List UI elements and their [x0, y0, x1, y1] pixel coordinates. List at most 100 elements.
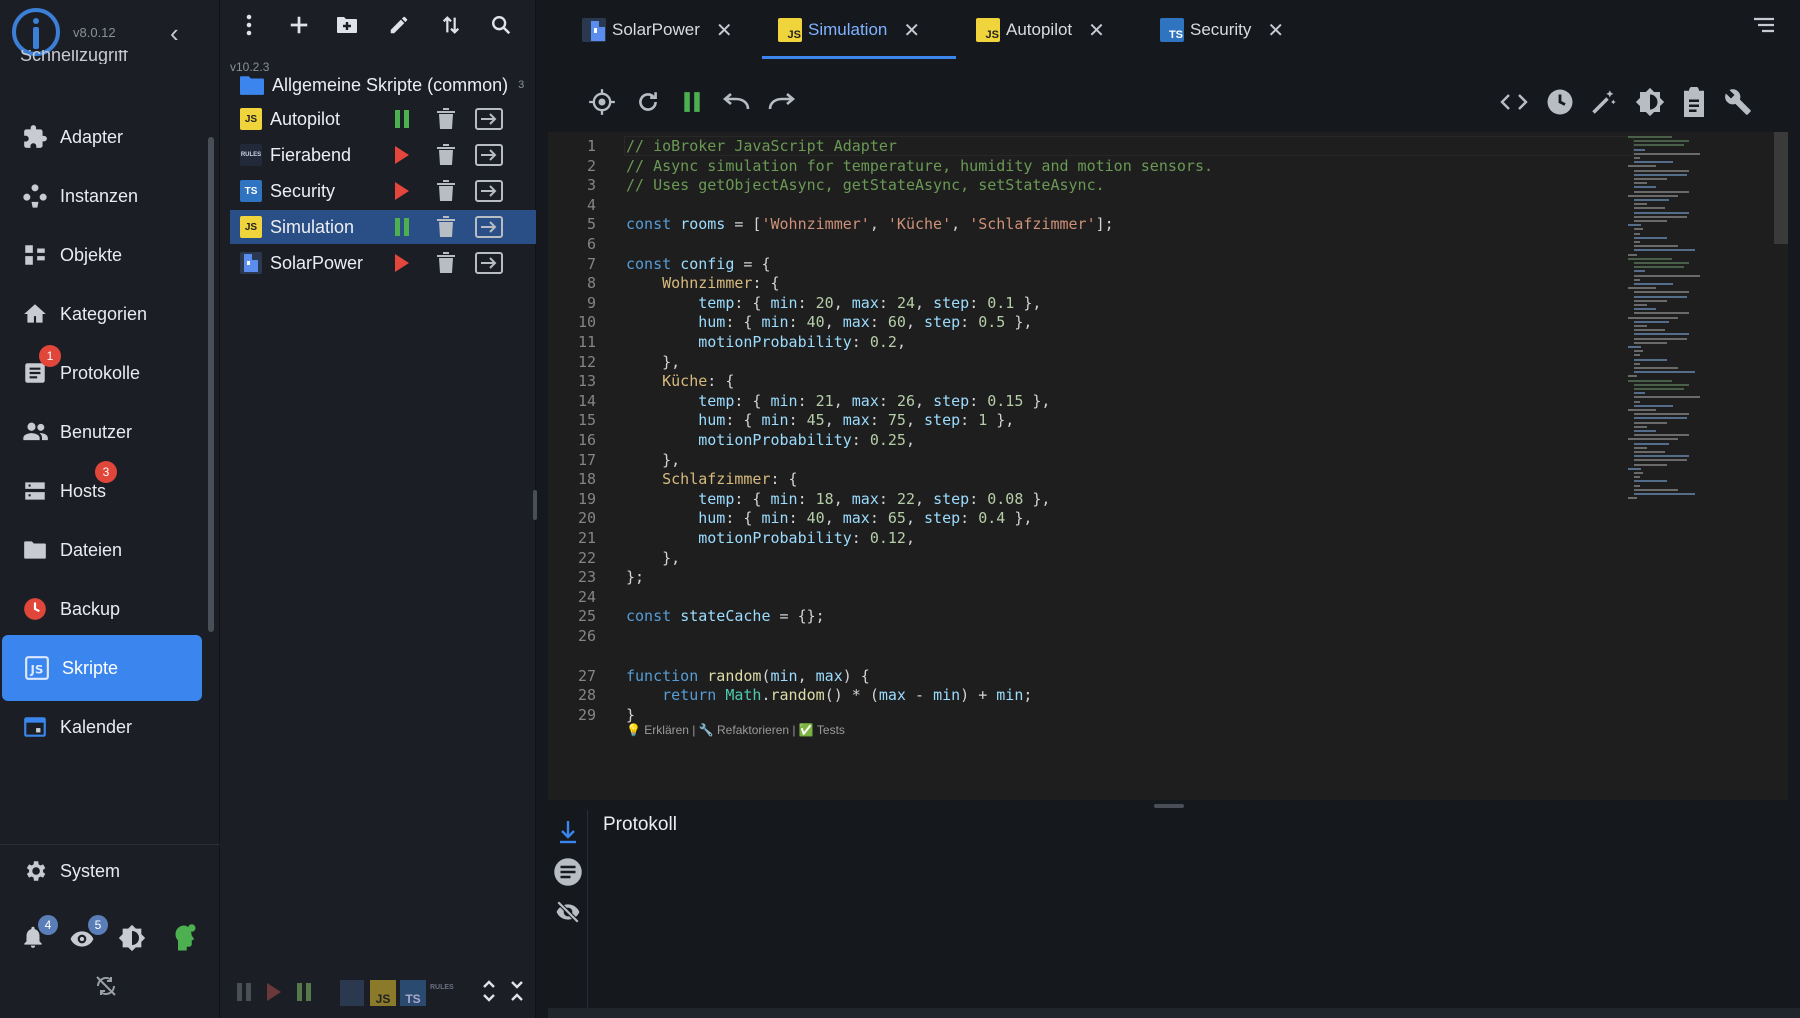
script-row-autopilot[interactable]: JS Autopilot [230, 102, 536, 136]
nav-item-backup[interactable]: Backup [0, 576, 200, 642]
magic-wand-icon[interactable] [1588, 86, 1620, 118]
code-view-icon[interactable] [1498, 86, 1530, 118]
sync-off-icon[interactable] [94, 974, 120, 1000]
add-script-icon[interactable] [284, 10, 314, 40]
code-line[interactable]: const stateCache = {}; [626, 607, 825, 625]
add-folder-icon[interactable] [332, 10, 362, 40]
pause-button[interactable] [390, 107, 414, 131]
close-tab-icon[interactable]: ✕ [1088, 18, 1105, 43]
nav-item-objekte[interactable]: Objekte [0, 222, 200, 288]
export-icon[interactable] [474, 143, 504, 167]
folder-common[interactable]: Allgemeine Skripte (common) 3 [230, 70, 536, 100]
editor-log-resize-handle[interactable] [1154, 804, 1184, 808]
nav-item-adapter[interactable]: Adapter [0, 104, 200, 170]
code-line[interactable]: hum: { min: 40, max: 65, step: 0.4 }, [626, 509, 1032, 527]
pause-all-icon[interactable] [236, 982, 252, 1007]
code-line[interactable]: Schlafzimmer: { [626, 470, 797, 488]
export-icon[interactable] [474, 251, 504, 275]
theme-toggle-icon[interactable] [118, 924, 146, 952]
edit-icon[interactable] [384, 10, 414, 40]
code-line[interactable]: hum: { min: 45, max: 75, step: 1 }, [626, 411, 1014, 429]
nav-item-protokolle[interactable]: Protokolle 1 [0, 340, 200, 406]
code-line[interactable]: }, [626, 451, 680, 469]
nav-scrollbar[interactable] [208, 137, 214, 632]
delete-icon[interactable] [434, 179, 458, 203]
code-line[interactable]: return Math.random() * (max - min) + min… [626, 686, 1032, 704]
nav-item-dateien[interactable]: Dateien [0, 517, 200, 583]
clipboard-icon[interactable] [1678, 86, 1710, 118]
code-line[interactable]: motionProbability: 0.2, [626, 333, 906, 351]
hide-eye-icon[interactable] [552, 896, 584, 928]
tab-security[interactable]: TS Security ✕ [1160, 10, 1284, 50]
editor-vertical-scrollbar[interactable] [1774, 132, 1788, 800]
code-line[interactable]: // ioBroker JavaScript Adapter [626, 137, 897, 155]
tab-menu-icon[interactable] [1752, 16, 1776, 36]
collapse-all-icon[interactable] [510, 978, 524, 1009]
script-row-security[interactable]: TS Security [230, 174, 536, 208]
nav-item-system[interactable]: System [0, 846, 200, 896]
panel-resize-handle[interactable] [533, 490, 537, 520]
pause-button[interactable] [390, 215, 414, 239]
export-icon[interactable] [474, 215, 504, 239]
play-button[interactable] [390, 143, 414, 167]
code-minimap[interactable] [1628, 132, 1748, 800]
play-button[interactable] [390, 251, 414, 275]
blockly-filter-icon[interactable] [340, 980, 364, 1006]
code-line[interactable]: temp: { min: 18, max: 22, step: 0.08 }, [626, 490, 1050, 508]
script-row-solarpower[interactable]: SolarPower [230, 246, 536, 280]
collapse-nav-icon[interactable]: ‹ [170, 18, 179, 49]
nav-item-skripte[interactable]: JS Skripte [2, 635, 202, 701]
theme-icon[interactable] [1634, 86, 1666, 118]
ts-filter-icon[interactable]: TS [400, 980, 426, 1006]
expert-mode-icon[interactable] [168, 922, 198, 954]
nav-item-kalender[interactable]: Kalender [0, 694, 200, 760]
code-line[interactable]: // Async simulation for temperature, hum… [626, 157, 1213, 175]
js-filter-icon[interactable]: JS [370, 980, 396, 1006]
code-lens-actions[interactable]: 💡 Erklären | 🔧 Refaktorieren | ✅ Tests [626, 723, 845, 737]
close-tab-icon[interactable]: ✕ [1267, 18, 1284, 43]
code-line[interactable]: } [626, 706, 635, 724]
more-vert-icon[interactable] [234, 10, 264, 40]
code-line[interactable]: // Uses getObjectAsync, getStateAsync, s… [626, 176, 1105, 194]
delete-icon[interactable] [434, 251, 458, 275]
delete-icon[interactable] [434, 143, 458, 167]
wrench-icon[interactable] [1722, 86, 1754, 118]
code-line[interactable]: }; [626, 568, 644, 586]
close-tab-icon[interactable]: ✕ [716, 18, 733, 43]
delete-icon[interactable] [434, 215, 458, 239]
code-line[interactable]: motionProbability: 0.12, [626, 529, 915, 547]
pause-script-button[interactable] [676, 86, 708, 118]
target-icon[interactable] [586, 86, 618, 118]
code-line[interactable]: motionProbability: 0.25, [626, 431, 915, 449]
iobroker-logo-icon[interactable] [12, 8, 60, 56]
redo-icon[interactable] [766, 86, 798, 118]
script-row-simulation[interactable]: JS Simulation [230, 210, 536, 244]
restart-icon[interactable] [632, 86, 664, 118]
code-line[interactable]: hum: { min: 40, max: 60, step: 0.5 }, [626, 313, 1032, 331]
log-format-icon[interactable] [552, 856, 584, 888]
code-line[interactable]: }, [626, 549, 680, 567]
nav-item-cut-off[interactable]: Schnellzugriff [20, 50, 128, 64]
clock-icon[interactable] [1544, 86, 1576, 118]
code-line[interactable]: temp: { min: 21, max: 26, step: 0.15 }, [626, 392, 1050, 410]
export-icon[interactable] [474, 107, 504, 131]
code-line[interactable]: const rooms = ['Wohnzimmer', 'Küche', 'S… [626, 215, 1114, 233]
search-icon[interactable] [486, 10, 516, 40]
undo-icon[interactable] [720, 86, 752, 118]
tab-solarpower[interactable]: SolarPower ✕ [582, 10, 733, 50]
scroll-down-icon[interactable] [552, 816, 584, 848]
tab-simulation[interactable]: JS Simulation ✕ [778, 10, 920, 50]
delete-icon[interactable] [434, 107, 458, 131]
nav-item-benutzer[interactable]: Benutzer [0, 399, 200, 465]
nav-item-kategorien[interactable]: Kategorien [0, 281, 200, 347]
code-editor[interactable]: 1 2 3 4 5 6 7 8 9 10 11 12 13 14 15 16 17 18 19 20 21 22 23 24 2… [548, 132, 1788, 800]
nav-item-instanzen[interactable]: Instanzen [0, 163, 200, 229]
script-row-fierabend[interactable]: RULES Fierabend [230, 138, 536, 172]
scrollbar-thumb[interactable] [1774, 132, 1788, 244]
play-all-icon[interactable] [266, 982, 282, 1007]
code-line[interactable]: temp: { min: 20, max: 24, step: 0.1 }, [626, 294, 1041, 312]
rules-filter-icon[interactable]: RULES [430, 984, 460, 1000]
code-line[interactable]: }, [626, 353, 680, 371]
code-line[interactable]: const config = { [626, 255, 771, 273]
code-line[interactable]: function random(min, max) { [626, 667, 870, 685]
